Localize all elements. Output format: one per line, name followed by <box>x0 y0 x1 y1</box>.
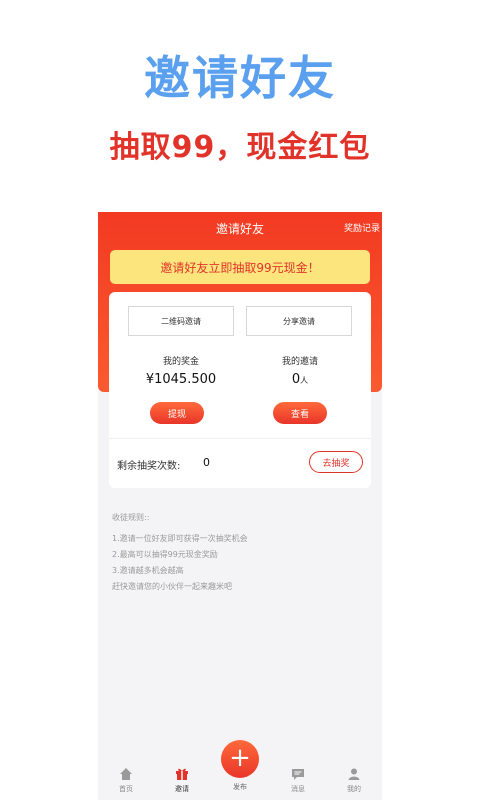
qr-invite-button[interactable]: 二维码邀请 <box>128 306 234 336</box>
gift-icon <box>176 768 188 780</box>
user-icon <box>348 768 360 780</box>
hero-title: 邀请好友 <box>144 51 336 105</box>
hero-subtitle: 抽取99，现金红包 <box>109 130 371 165</box>
page-title: 邀请好友 <box>215 222 264 236</box>
invite-card: 二维码邀请 分享邀请 我的奖金 ¥1045.500 我的邀请 0人 提现 查看 … <box>109 292 371 488</box>
reward-record-link[interactable]: 奖励记录 <box>344 221 380 234</box>
remaining-draws-label: 剩余抽奖次数: <box>117 461 181 472</box>
bottom-tabbar: 首页 邀请 + 发布 消息 我的 <box>98 740 382 800</box>
phone-screen: 邀请好友 奖励记录 邀请好友立即抽取99元现金！ 二维码邀请 分享邀请 我的奖金… <box>98 212 382 800</box>
tab-mine-label: 我的 <box>347 785 361 793</box>
rule-line: 2.最高可以抽得99元现金奖励 <box>112 550 218 559</box>
rule-line: 赶快邀请您的小伙伴一起来趣米吧 <box>112 582 232 591</box>
bonus-value: ¥1045.500 <box>145 372 217 387</box>
invite-label: 我的邀请 <box>281 357 318 367</box>
invite-count: 0 <box>291 372 301 387</box>
publish-button[interactable]: + <box>221 740 259 778</box>
promo-banner: 邀请好友立即抽取99元现金！ <box>110 250 370 284</box>
tab-invite-label: 邀请 <box>175 785 189 793</box>
invite-count-value: 0人 <box>250 372 350 387</box>
rule-line: 3.邀请越多机会越高 <box>112 566 184 575</box>
plus-icon: + <box>229 743 251 773</box>
message-icon <box>292 769 304 780</box>
invite-unit: 人 <box>300 376 309 385</box>
bonus-label: 我的奖金 <box>162 357 199 367</box>
tab-messages-label: 消息 <box>291 785 305 793</box>
draw-button[interactable]: 去抽奖 <box>309 451 363 473</box>
tab-invite[interactable]: 邀请 <box>162 767 202 794</box>
share-invite-button[interactable]: 分享邀请 <box>246 306 352 336</box>
tab-home-label: 首页 <box>119 785 133 793</box>
card-divider <box>109 438 371 439</box>
view-button[interactable]: 查看 <box>273 402 327 424</box>
home-icon <box>120 768 132 780</box>
publish-label: 发布 <box>233 783 247 791</box>
rules-section: 收徒规则:: 1.邀请一位好友即可获得一次抽奖机会 2.最高可以抽得99元现金奖… <box>112 512 372 597</box>
rule-line: 1.邀请一位好友即可获得一次抽奖机会 <box>112 534 248 543</box>
tab-messages[interactable]: 消息 <box>278 767 318 794</box>
withdraw-button[interactable]: 提现 <box>150 402 204 424</box>
tab-mine[interactable]: 我的 <box>334 767 374 794</box>
tab-home[interactable]: 首页 <box>106 767 146 794</box>
rules-title: 收徒规则:: <box>112 513 150 522</box>
remaining-draws-count: 0 <box>203 456 210 469</box>
